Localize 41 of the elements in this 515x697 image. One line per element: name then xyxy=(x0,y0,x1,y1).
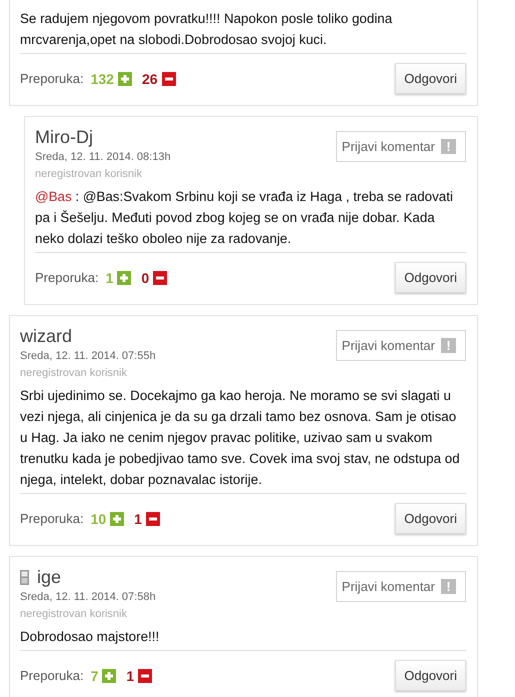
warning-icon: ! xyxy=(441,579,456,594)
user-type: neregistrovan korisnik xyxy=(20,608,128,620)
comment-text: @Bas : @Bas:Svakom Srbinu koji se vrađa iz Haga , treba se radovati pa i Šešelju. Međuti povod zbog kojeg se on vrađa nije dobar. Kada neko dolazi teško oboleo nije za radovanje. xyxy=(35,186,466,253)
rating-label: Preporuka: xyxy=(35,270,99,285)
like-count: 132 xyxy=(90,70,114,86)
reply-button[interactable]: Odgovori xyxy=(395,503,466,534)
report-button[interactable]: Prijavi komentar ! xyxy=(336,131,466,162)
report-button[interactable]: Prijavi komentar ! xyxy=(336,330,466,361)
user-type: neregistrovan korisnik xyxy=(20,367,128,379)
comment-text: Srbi ujedinimo se. Docekajmo ga kao heroja. Ne moramo se svi slagati u vezi njega, ali cinjenica je da su ga drzali tamo bez osnova. Sam je otisao u Hag. Ja iako ne cenim njegov pravac politike, uzivao sam u svakom trenutku kada je pobedjivao tamo sve. Covek ima svoj stav, ne odstupa od njega, intelekt, dobar poznavalac istorije. xyxy=(20,385,466,494)
user-type: neregistrovan korisnik xyxy=(35,168,143,180)
minus-icon[interactable] xyxy=(138,668,152,682)
minus-icon[interactable] xyxy=(146,512,160,526)
like-count: 10 xyxy=(90,510,106,526)
dislike-count: 1 xyxy=(126,668,134,684)
author-name: ige xyxy=(37,567,62,588)
comment-date: Sreda, 12. 11. 2014. 07:58h xyxy=(20,591,156,603)
reply-button[interactable]: Odgovori xyxy=(395,660,466,691)
report-button[interactable]: Prijavi komentar ! xyxy=(336,571,466,602)
mobile-phone-icon xyxy=(20,570,29,585)
comment-date: Sreda, 12. 11. 2014. 07:55h xyxy=(20,350,156,362)
minus-icon[interactable] xyxy=(162,72,176,86)
warning-icon: ! xyxy=(441,338,456,353)
dislike-count: 26 xyxy=(142,70,158,86)
comment-text: Se radujem njegovom povratku!!!! Napokon posle toliko godina mrcvarenja,opet na slobodi.Dobrodosao svojoj kuci. xyxy=(20,8,466,54)
dislike-count: 1 xyxy=(134,510,142,526)
reply-button[interactable]: Odgovori xyxy=(395,63,466,94)
comment-date: Sreda, 12. 11. 2014. 08:13h xyxy=(35,151,171,163)
rating-label: Preporuka: xyxy=(20,511,84,526)
rating-label: Preporuka: xyxy=(20,71,84,86)
like-count: 1 xyxy=(106,270,114,286)
author-name: Miro-Dj xyxy=(35,127,93,148)
minus-icon[interactable] xyxy=(153,270,168,284)
like-count: 7 xyxy=(90,668,98,684)
rating-label: Preporuka: xyxy=(20,668,84,683)
mention-link[interactable]: @Bas xyxy=(35,189,72,204)
dislike-count: 0 xyxy=(141,270,150,286)
author-name: wizard xyxy=(20,326,72,347)
warning-icon: ! xyxy=(441,139,456,154)
comment-text: Dobrodosao majstore!!! xyxy=(20,626,466,651)
reply-button[interactable]: Odgovori xyxy=(395,262,466,293)
